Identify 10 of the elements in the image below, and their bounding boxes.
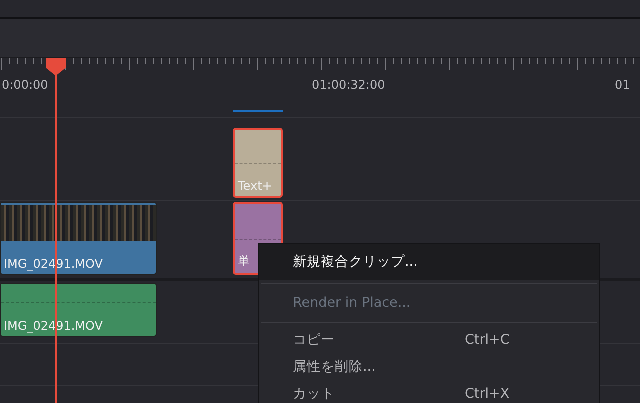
timecode-label: 01:00:32:00 — [312, 78, 386, 92]
timecode-label: 01 — [615, 78, 630, 92]
clip-label: Text+ — [238, 179, 272, 193]
menu-item[interactable]: コピー Ctrl+C — [259, 326, 599, 353]
clip-label: 単 — [238, 253, 250, 270]
menu-item[interactable]: カット Ctrl+X — [259, 380, 599, 403]
in-out-marker — [233, 110, 283, 112]
menu-item[interactable]: 新規複合クリップ... — [259, 244, 599, 280]
timecode-label: 0:00:00 — [2, 78, 48, 92]
menu-item[interactable]: 属性を削除... — [259, 353, 599, 380]
